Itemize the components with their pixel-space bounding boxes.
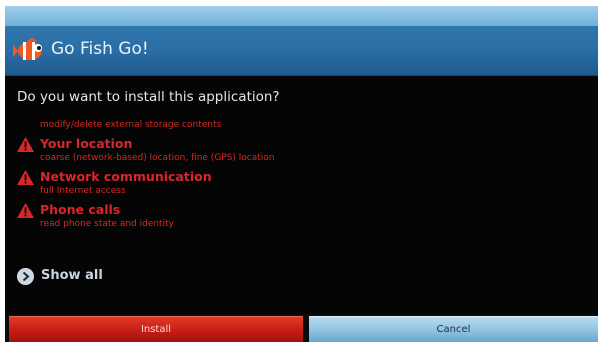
permission-detail-partial: modify/delete external storage contents: [40, 120, 222, 130]
warning-icon: [17, 203, 34, 218]
permission-list: modify/delete external storage contents …: [17, 119, 577, 230]
status-bar: [5, 6, 598, 26]
warning-icon: [17, 170, 34, 185]
show-all-label: Show all: [41, 268, 103, 283]
app-title: Go Fish Go!: [51, 39, 149, 59]
button-bar: Install Cancel: [5, 314, 598, 342]
cancel-button[interactable]: Cancel: [309, 316, 598, 342]
install-question: Do you want to install this application?: [17, 89, 280, 105]
install-button[interactable]: Install: [9, 316, 303, 342]
chevron-right-icon: [17, 268, 34, 285]
permission-item: Phone calls read phone state and identit…: [17, 201, 577, 230]
warning-icon: [17, 137, 34, 152]
install-dialog: Go Fish Go! Do you want to install this …: [5, 6, 598, 342]
clownfish-icon: [13, 38, 42, 60]
permission-title: Phone calls: [40, 202, 121, 217]
permission-detail: coarse (network-based) location, fine (G…: [40, 153, 275, 163]
permission-item: Network communication full Internet acce…: [17, 168, 577, 197]
permission-title: Your location: [40, 136, 133, 151]
permission-title: Network communication: [40, 169, 212, 184]
dialog-titlebar: Go Fish Go!: [5, 26, 598, 76]
permission-detail: read phone state and identity: [40, 219, 174, 229]
permission-detail: full Internet access: [40, 186, 126, 196]
permission-item: Your location coarse (network-based) loc…: [17, 135, 577, 164]
